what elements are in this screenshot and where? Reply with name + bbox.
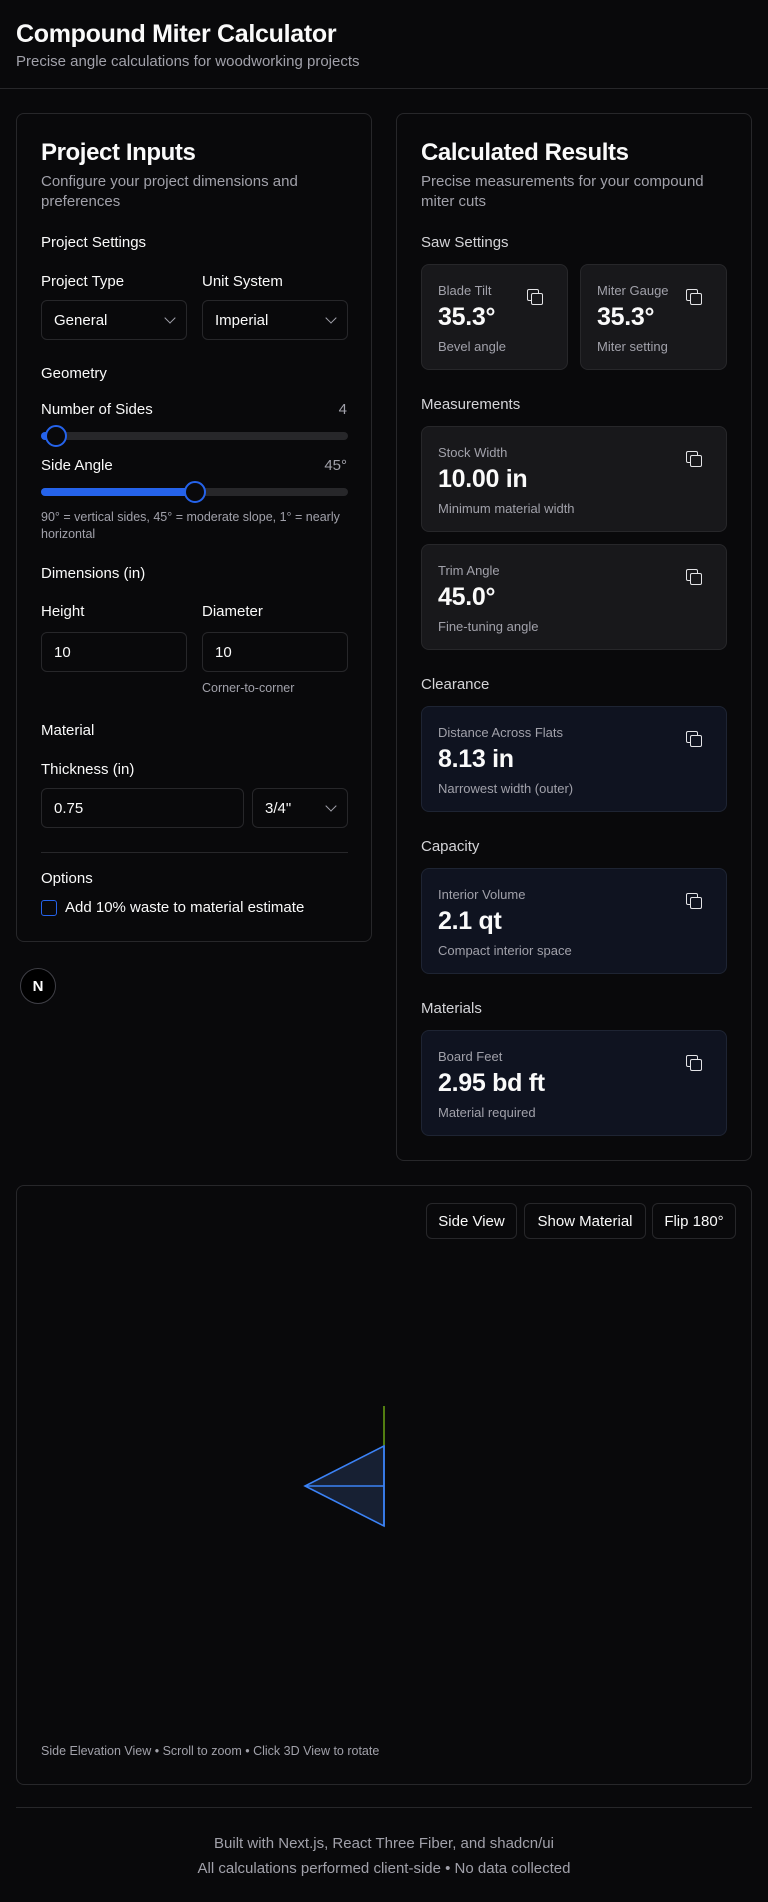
capacity-heading: Capacity [421, 838, 480, 855]
copy-icon[interactable] [686, 289, 702, 305]
thickness-input[interactable]: 0.75 [41, 788, 244, 828]
thickness-preset-select[interactable]: 3/4" [252, 788, 348, 828]
waste-checkbox[interactable] [41, 900, 57, 916]
copy-icon[interactable] [686, 1055, 702, 1071]
stock-width-card: Stock Width 10.00 in Minimum material wi… [421, 426, 727, 532]
miter-gauge-sub: Miter setting [597, 339, 668, 354]
blade-tilt-sub: Bevel angle [438, 339, 506, 354]
sides-slider[interactable] [41, 425, 348, 447]
options-heading: Options [41, 870, 93, 887]
board-feet-card: Board Feet 2.95 bd ft Material required [421, 1030, 727, 1136]
side-view-button[interactable]: Side View [426, 1203, 517, 1239]
project-inputs-description: Configure your project dimensions and pr… [41, 173, 298, 210]
trim-angle-card: Trim Angle 45.0° Fine-tuning angle [421, 544, 727, 650]
volume-label: Interior Volume [438, 887, 526, 902]
stock-width-value: 10.00 in [438, 465, 528, 493]
project-inputs-title: Project Inputs [41, 139, 196, 166]
thickness-input-value: 0.75 [54, 799, 84, 817]
sides-slider-thumb[interactable] [45, 425, 68, 447]
dimensions-heading: Dimensions (in) [41, 565, 146, 582]
height-label: Height [41, 603, 85, 620]
saw-settings-heading: Saw Settings [421, 234, 509, 251]
chevron-down-icon [325, 312, 337, 324]
page-header: Compound Miter Calculator Precise angle … [0, 0, 768, 89]
volume-sub: Compact interior space [438, 943, 572, 958]
sides-value: 4 [338, 401, 347, 418]
project-settings-heading: Project Settings [41, 234, 147, 251]
chevron-down-icon [164, 312, 176, 324]
copy-icon[interactable] [686, 451, 702, 467]
diameter-label: Diameter [202, 603, 263, 620]
footer-line-2: All calculations performed client-side •… [197, 1860, 571, 1877]
show-material-button[interactable]: Show Material [524, 1203, 646, 1239]
side-angle-slider[interactable] [41, 481, 348, 503]
copy-icon[interactable] [686, 731, 702, 747]
results-card: Calculated Results Precise measurements … [396, 113, 752, 1161]
board-feet-label: Board Feet [438, 1049, 503, 1064]
blade-tilt-value: 35.3° [438, 303, 496, 331]
waste-checkbox-label[interactable]: Add 10% waste to material estimate [65, 899, 304, 916]
copy-icon[interactable] [686, 893, 702, 909]
footer-divider [16, 1807, 752, 1808]
height-input[interactable]: 10 [41, 632, 187, 672]
results-description: Precise measurements for your compound m… [421, 173, 704, 210]
diameter-input-value: 10 [215, 643, 232, 661]
divider [41, 852, 348, 853]
project-inputs-card: Project Inputs Configure your project di… [16, 113, 372, 942]
flats-label: Distance Across Flats [438, 725, 563, 740]
miter-gauge-value: 35.3° [597, 303, 655, 331]
trim-angle-label: Trim Angle [438, 563, 500, 578]
side-angle-hint: 90° = vertical sides, 45° = moderate slo… [41, 510, 340, 541]
diameter-input[interactable]: 10 [202, 632, 348, 672]
project-type-select[interactable]: General [41, 300, 187, 340]
trim-angle-sub: Fine-tuning angle [438, 619, 539, 634]
copy-icon[interactable] [527, 289, 543, 305]
geometry-heading: Geometry [41, 365, 107, 382]
unit-system-value: Imperial [215, 311, 269, 329]
blade-tilt-label: Blade Tilt [438, 283, 492, 298]
blade-tilt-card: Blade Tilt 35.3° Bevel angle [421, 264, 568, 370]
page-title: Compound Miter Calculator [16, 20, 337, 48]
unit-system-label: Unit System [202, 273, 283, 290]
side-angle-slider-thumb[interactable] [183, 481, 206, 503]
height-input-value: 10 [54, 643, 71, 661]
volume-value: 2.1 qt [438, 907, 502, 935]
chevron-down-icon [325, 800, 337, 812]
material-heading: Material [41, 722, 95, 739]
nextjs-badge[interactable]: N [20, 968, 56, 1004]
clearance-heading: Clearance [421, 676, 490, 693]
stock-width-label: Stock Width [438, 445, 508, 460]
trim-angle-value: 45.0° [438, 583, 496, 611]
project-type-value: General [54, 311, 108, 329]
sides-label: Number of Sides [41, 401, 153, 418]
thickness-label: Thickness (in) [41, 761, 135, 778]
board-feet-value: 2.95 bd ft [438, 1069, 545, 1097]
project-type-label: Project Type [41, 273, 125, 290]
results-title: Calculated Results [421, 139, 629, 166]
viewer-caption: Side Elevation View • Scroll to zoom • C… [41, 1744, 380, 1758]
miter-gauge-card: Miter Gauge 35.3° Miter setting [580, 264, 727, 370]
volume-card: Interior Volume 2.1 qt Compact interior … [421, 868, 727, 974]
side-angle-value: 45° [324, 457, 347, 474]
copy-icon[interactable] [686, 569, 702, 585]
flip-button[interactable]: Flip 180° [652, 1203, 736, 1239]
thickness-preset-value: 3/4" [265, 799, 292, 817]
unit-system-select[interactable]: Imperial [202, 300, 348, 340]
viewer-card[interactable]: Side View Show Material Flip 180° Side E… [16, 1185, 752, 1785]
side-elevation-canvas[interactable] [17, 1246, 751, 1726]
page-subtitle: Precise angle calculations for woodworki… [16, 53, 360, 70]
materials-heading: Materials [421, 1000, 482, 1017]
stock-width-sub: Minimum material width [438, 501, 575, 516]
side-angle-slider-range [41, 488, 195, 496]
flats-value: 8.13 in [438, 745, 514, 773]
board-feet-sub: Material required [438, 1105, 536, 1120]
flats-sub: Narrowest width (outer) [438, 781, 574, 796]
side-angle-label: Side Angle [41, 457, 113, 474]
measurements-heading: Measurements [421, 396, 521, 413]
nextjs-logo-icon: N [32, 977, 44, 995]
miter-gauge-label: Miter Gauge [597, 283, 669, 298]
footer-line-1: Built with Next.js, React Three Fiber, a… [214, 1835, 554, 1852]
flats-card: Distance Across Flats 8.13 in Narrowest … [421, 706, 727, 812]
diameter-hint: Corner-to-corner [202, 681, 295, 695]
